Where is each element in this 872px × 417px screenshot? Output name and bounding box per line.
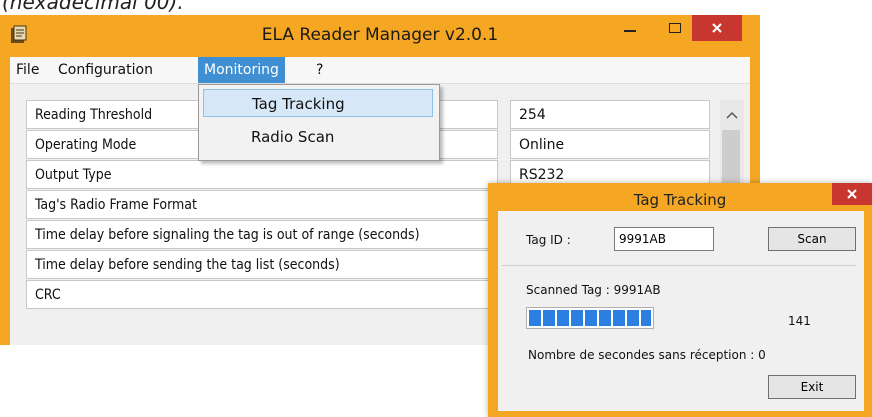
- progress-segment: [529, 310, 541, 326]
- menu-item-label: Radio Scan: [251, 128, 335, 146]
- scrollbar-thumb[interactable]: [722, 130, 740, 190]
- progress-segment: [557, 310, 569, 326]
- menu-item-label: Tag Tracking: [252, 95, 345, 113]
- menu-configuration[interactable]: Configuration: [52, 57, 159, 83]
- dialog-close-button[interactable]: [832, 183, 872, 205]
- progress-segment: [613, 310, 625, 326]
- progress-value: 141: [788, 314, 811, 328]
- progress-segment: [627, 310, 639, 326]
- close-button[interactable]: [692, 15, 742, 41]
- maximize-button[interactable]: [660, 15, 690, 41]
- dialog-title-bar: Tag Tracking: [488, 183, 872, 211]
- dialog-title: Tag Tracking: [633, 191, 727, 209]
- progress-segment: [585, 310, 597, 326]
- signal-progress-bar: [526, 307, 654, 329]
- row-value[interactable]: Online: [510, 130, 710, 159]
- separator: [502, 265, 856, 266]
- progress-segment: [571, 310, 583, 326]
- menu-file[interactable]: File: [10, 57, 45, 83]
- minimize-button[interactable]: [615, 15, 645, 41]
- tag-id-field[interactable]: 9991AB: [614, 227, 714, 251]
- exit-button[interactable]: Exit: [768, 375, 856, 399]
- caption-text: (hexadecimal 00).: [2, 0, 184, 14]
- seconds-without-reception: Nombre de secondes sans réception : 0: [528, 348, 766, 362]
- title-bar: ELA Reader Manager v2.0.1: [0, 15, 760, 57]
- dialog-body: Tag ID : 9991AB Scan Scanned Tag : 9991A…: [498, 211, 864, 411]
- menu-item-tag-tracking[interactable]: Tag Tracking: [203, 89, 433, 117]
- scan-button[interactable]: Scan: [768, 227, 856, 251]
- tag-id-label: Tag ID :: [526, 233, 571, 247]
- row-label: Tag's Radio Frame Format: [26, 190, 498, 219]
- row-value[interactable]: 254: [510, 100, 710, 129]
- menu-bar: File Configuration Monitoring ?: [10, 57, 750, 84]
- row-label: CRC: [26, 280, 498, 309]
- tag-tracking-dialog: Tag Tracking Tag ID : 9991AB Scan Scanne…: [488, 183, 872, 417]
- progress-segment: [599, 310, 611, 326]
- menu-help[interactable]: ?: [310, 57, 329, 83]
- row-label: Time delay before signaling the tag is o…: [26, 220, 498, 249]
- row-label: Time delay before sending the tag list (…: [26, 250, 498, 279]
- menu-item-radio-scan[interactable]: Radio Scan: [203, 123, 433, 151]
- maximize-icon: [669, 23, 681, 33]
- monitoring-dropdown: Tag Tracking Radio Scan: [198, 84, 440, 161]
- scanned-tag-text: Scanned Tag : 9991AB: [526, 283, 661, 297]
- close-icon: [847, 189, 857, 199]
- menu-monitoring[interactable]: Monitoring: [198, 57, 285, 83]
- vertical-scrollbar[interactable]: [720, 100, 744, 190]
- scroll-up-icon[interactable]: [720, 106, 744, 126]
- window-title: ELA Reader Manager v2.0.1: [261, 25, 499, 45]
- progress-segment: [543, 310, 555, 326]
- minimize-icon: [624, 30, 636, 32]
- progress-segment: [641, 310, 651, 326]
- close-icon: [712, 23, 722, 33]
- row-label: Output Type: [26, 160, 498, 189]
